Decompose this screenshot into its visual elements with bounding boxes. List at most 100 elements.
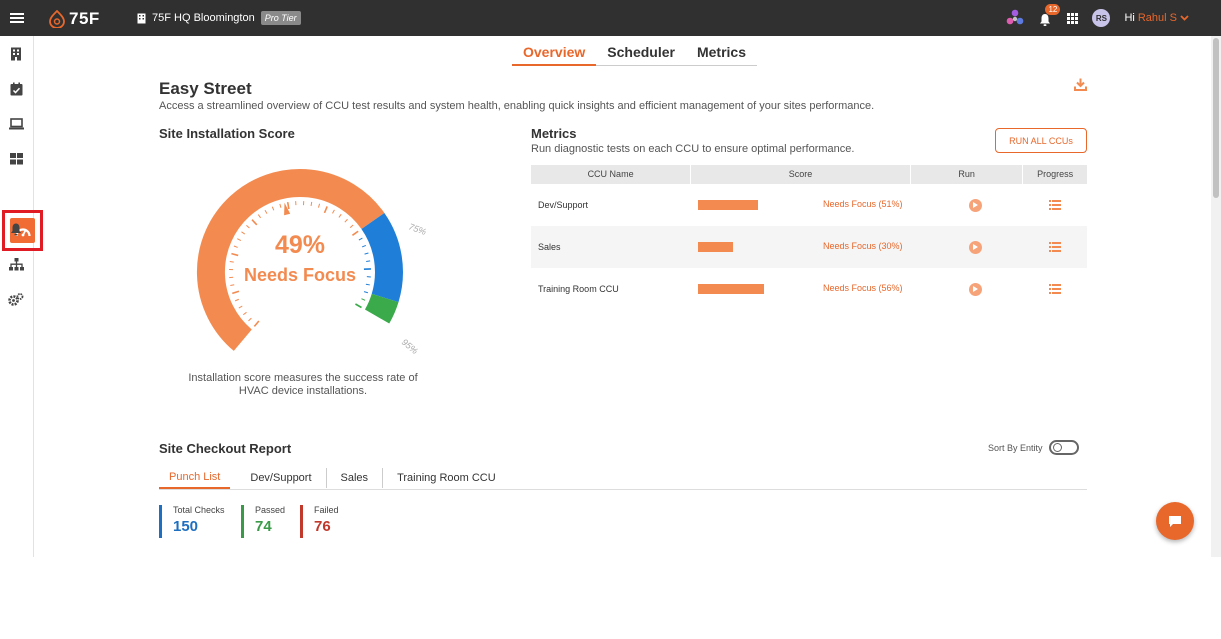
gauge-tick [230, 284, 235, 287]
gauge-tick [237, 238, 242, 241]
notifications-button[interactable]: 12 [1039, 4, 1061, 27]
gauge-tick [344, 218, 348, 223]
list-icon [1049, 284, 1061, 294]
progress-button[interactable] [1023, 200, 1087, 210]
tab-overview[interactable]: Overview [512, 42, 597, 66]
toggle-knob [1052, 443, 1062, 452]
tier-badge: Pro Tier [260, 11, 301, 25]
page-scrollbar[interactable] [1211, 36, 1221, 557]
ccu-score: Needs Focus (56%) [691, 268, 927, 310]
gauge-tick [349, 224, 354, 228]
score-status: Needs Focus (30%) [823, 241, 903, 251]
gears-icon [8, 292, 24, 306]
run-button[interactable] [927, 240, 1023, 254]
play-icon [968, 282, 982, 296]
bell-icon [1040, 14, 1051, 26]
run-button[interactable] [927, 282, 1023, 296]
sort-by-entity-control: Sort By Entity [988, 440, 1079, 455]
stat-value: 74 [255, 518, 272, 535]
score-bar [698, 242, 733, 252]
tab-training-room-ccu[interactable]: Training Room CCU [383, 468, 510, 488]
sidebar-item-alerts[interactable] [8, 221, 24, 237]
sidebar-item-devices[interactable] [8, 116, 24, 132]
gauge-tick [264, 209, 268, 214]
ccu-score: Needs Focus (30%) [691, 226, 927, 268]
sort-by-entity-toggle[interactable] [1048, 440, 1079, 455]
sidebar-item-buildings[interactable] [8, 46, 24, 62]
building-icon [11, 47, 21, 61]
table-row: Sales Needs Focus (30%) [531, 226, 1087, 268]
gauge-segment-green [364, 293, 399, 324]
bell-icon [11, 223, 21, 235]
gauge-pointer [284, 202, 291, 216]
ccu-name: Sales [538, 242, 561, 252]
stat-value: 150 [173, 518, 199, 535]
column-ccu-name: CCU Name [531, 165, 692, 184]
gauge-tick [241, 231, 246, 235]
gauge-tick [253, 320, 260, 327]
hamburger-menu-icon[interactable] [10, 11, 24, 25]
gauge-tick [363, 291, 369, 294]
gauge-tick [365, 283, 370, 286]
gauge-segment-orange [196, 168, 385, 351]
greeting-text: Hi [1124, 12, 1135, 24]
gauge-arcs [196, 168, 403, 351]
run-all-ccus-button[interactable]: RUN ALL CCUs [995, 128, 1087, 153]
page-title: Easy Street [159, 79, 252, 98]
logo-text: 75F [69, 9, 100, 28]
gauge-mark-75: 75% [407, 221, 427, 237]
tab-metrics[interactable]: Metrics [686, 42, 757, 65]
column-progress: Progress [1037, 169, 1074, 179]
sidebar-item-schedule[interactable] [8, 81, 24, 97]
scrollbar-thumb[interactable] [1213, 38, 1219, 198]
download-icon[interactable] [1074, 78, 1087, 91]
gauge-tick [366, 260, 371, 263]
site-selector[interactable]: 75F HQ Bloomington Pro Tier [137, 11, 301, 25]
gauge-tick [234, 298, 239, 302]
tab-dev-support[interactable]: Dev/Support [236, 468, 327, 488]
gauge-tick [233, 245, 238, 248]
tab-scheduler[interactable]: Scheduler [596, 42, 686, 65]
gauge-ticks [229, 201, 371, 327]
dashboard-grid-icon [9, 153, 23, 165]
stat-value: 76 [314, 518, 331, 535]
chat-button[interactable] [1156, 502, 1194, 540]
play-icon [968, 240, 982, 254]
tab-punch-list[interactable]: Punch List [159, 467, 231, 489]
laptop-icon [8, 118, 24, 130]
stat-label: Failed [314, 505, 339, 515]
user-avatar[interactable]: RS [1092, 9, 1111, 27]
progress-button[interactable] [1023, 242, 1087, 252]
checkout-tabs: Punch List Dev/Support Sales Training Ro… [159, 467, 1087, 490]
gauge-tick [358, 237, 363, 241]
gauge-tick [251, 219, 258, 226]
ccu-name: Dev/Support [538, 200, 589, 210]
progress-button[interactable] [1023, 284, 1087, 294]
sidebar-item-settings[interactable] [8, 291, 24, 307]
user-menu[interactable]: Hi Rahul S [1124, 12, 1189, 24]
page-subtitle: Access a streamlined overview of CCU tes… [159, 100, 875, 112]
stat-total-checks: Total Checks 150 [159, 505, 225, 538]
gauge-caption: Installation score measures the success … [188, 372, 418, 397]
apps-grid-icon[interactable] [1067, 12, 1079, 24]
gauge-tick [364, 252, 369, 255]
tab-sales[interactable]: Sales [327, 468, 384, 488]
gauge-score-value: 49% [275, 231, 325, 259]
metrics-table-header: CCU Name Score Run Progress [531, 165, 1087, 184]
ccu-score: Needs Focus (51%) [691, 184, 927, 226]
ai-assistant-icon[interactable] [1005, 8, 1025, 28]
ccu-name: Training Room CCU [538, 284, 619, 294]
sidebar-item-dashboard[interactable] [8, 151, 24, 167]
gauge-tick [310, 201, 313, 207]
run-button[interactable] [927, 198, 1023, 212]
gauge-tick [257, 214, 262, 219]
top-bar: 75F 75F HQ Bloomington Pro Tier 12 RS Hi… [0, 0, 1221, 36]
metrics-title: Metrics [531, 126, 577, 141]
gauge-tick [248, 317, 252, 322]
flame-logo-icon [49, 10, 65, 28]
brand-logo[interactable]: 75F [49, 9, 100, 29]
stat-label: Passed [255, 505, 286, 515]
score-bar [698, 200, 758, 210]
chevron-down-icon [1180, 15, 1189, 21]
sidebar-item-hierarchy[interactable] [8, 256, 24, 272]
